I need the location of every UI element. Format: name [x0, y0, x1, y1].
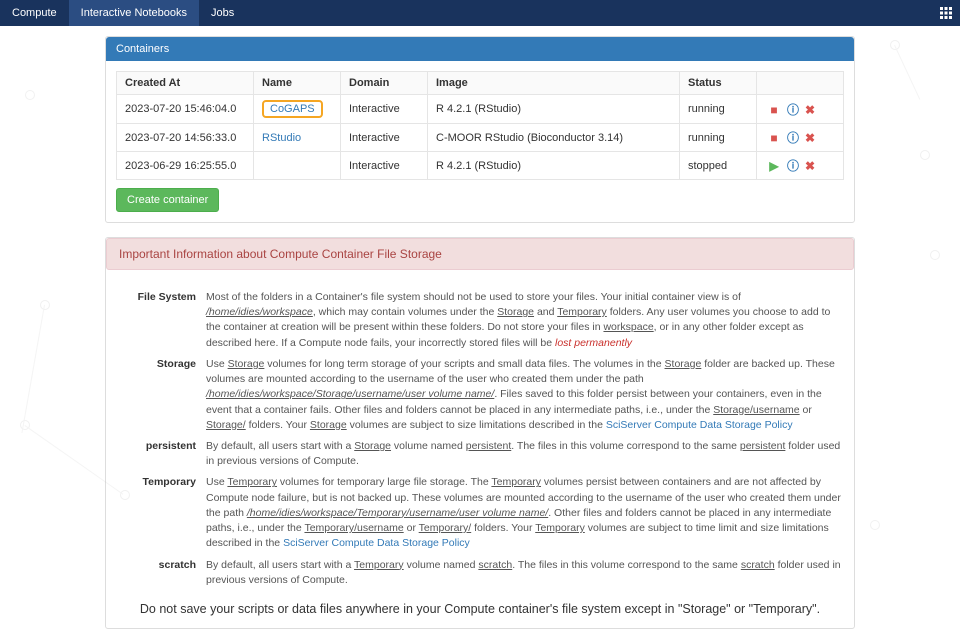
- label-temporary: Temporary: [116, 475, 206, 551]
- text-scratch: By default, all users start with a Tempo…: [206, 558, 844, 588]
- label-storage: Storage: [116, 357, 206, 433]
- text-filesystem: Most of the folders in a Container's fil…: [206, 290, 844, 351]
- col-image: Image: [428, 72, 680, 95]
- delete-icon[interactable]: ✖: [805, 131, 815, 145]
- containers-table: Created At Name Domain Image Status 2023…: [116, 71, 844, 180]
- label-persistent: persistent: [116, 439, 206, 469]
- text-persistent: By default, all users start with a Stora…: [206, 439, 844, 469]
- stop-icon[interactable]: ■: [769, 131, 779, 145]
- container-name-link[interactable]: RStudio: [262, 132, 301, 144]
- top-nav: Compute Interactive Notebooks Jobs: [0, 0, 960, 26]
- info-icon[interactable]: ⓘ: [787, 129, 797, 146]
- nav-interactive-notebooks[interactable]: Interactive Notebooks: [69, 0, 199, 26]
- nav-compute[interactable]: Compute: [0, 0, 69, 26]
- final-warning: Do not save your scripts or data files a…: [116, 600, 844, 618]
- info-panel: Important Information about Compute Cont…: [105, 237, 855, 629]
- table-row: 2023-07-20 14:56:33.0RStudioInteractiveC…: [117, 124, 844, 152]
- delete-icon[interactable]: ✖: [805, 159, 815, 173]
- col-domain: Domain: [341, 72, 428, 95]
- text-storage: Use Storage volumes for long term storag…: [206, 357, 844, 433]
- containers-panel: Containers Created At Name Domain Image …: [105, 36, 855, 223]
- info-icon[interactable]: ⓘ: [787, 157, 797, 174]
- col-status: Status: [680, 72, 757, 95]
- info-icon[interactable]: ⓘ: [787, 101, 797, 118]
- table-row: 2023-07-20 15:46:04.0CoGAPSInteractiveR …: [117, 95, 844, 124]
- apps-grid-icon[interactable]: [932, 0, 960, 26]
- nav-jobs[interactable]: Jobs: [199, 0, 246, 26]
- stop-icon[interactable]: ■: [769, 103, 779, 117]
- col-actions: [757, 72, 844, 95]
- col-created: Created At: [117, 72, 254, 95]
- play-icon[interactable]: ▶: [769, 159, 779, 173]
- text-temporary: Use Temporary volumes for temporary larg…: [206, 475, 844, 551]
- storage-policy-link[interactable]: SciServer Compute Data Storage Policy: [606, 419, 793, 431]
- col-name: Name: [254, 72, 341, 95]
- panel-title: Containers: [106, 37, 854, 61]
- delete-icon[interactable]: ✖: [805, 103, 815, 117]
- label-filesystem: File System: [116, 290, 206, 351]
- label-scratch: scratch: [116, 558, 206, 588]
- container-name-link[interactable]: CoGAPS: [270, 103, 315, 115]
- temp-policy-link[interactable]: SciServer Compute Data Storage Policy: [283, 537, 470, 549]
- table-row: 2023-06-29 16:25:55.0InteractiveR 4.2.1 …: [117, 152, 844, 180]
- info-alert-title: Important Information about Compute Cont…: [106, 238, 854, 270]
- create-container-button[interactable]: Create container: [116, 188, 219, 212]
